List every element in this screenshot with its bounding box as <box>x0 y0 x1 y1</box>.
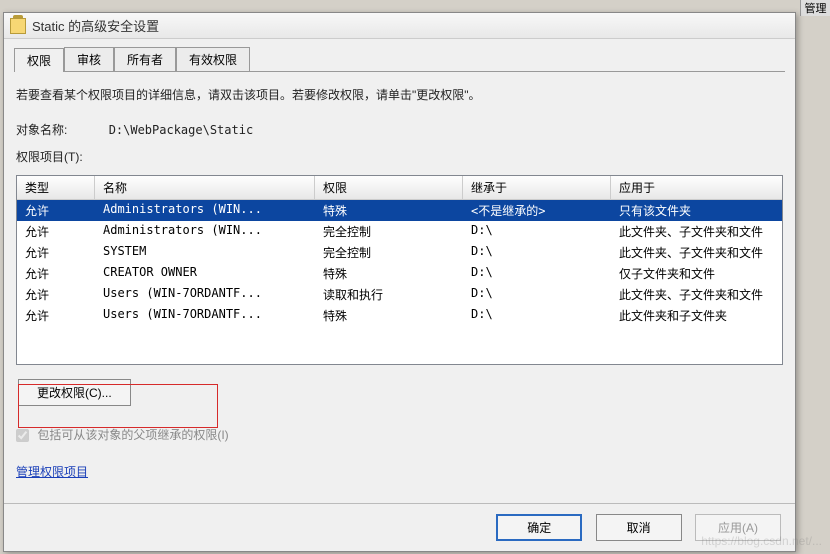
table-row[interactable]: 允许 Administrators (WIN... 特殊 <不是继承的> 只有该… <box>17 200 782 221</box>
col-name[interactable]: 名称 <box>95 176 315 199</box>
table-row[interactable]: 允许 Administrators (WIN... 完全控制 D:\ 此文件夹、… <box>17 221 782 242</box>
table-row[interactable]: 允许 Users (WIN-7ORDANTF... 特殊 D:\ 此文件夹和子文… <box>17 305 782 326</box>
permission-entries-label: 权限项目(T): <box>16 148 783 165</box>
tab-effective-perm[interactable]: 有效权限 <box>176 47 250 71</box>
folder-icon <box>10 18 26 34</box>
titlebar: Static 的高级安全设置 <box>4 13 795 39</box>
manage-permission-link[interactable]: 管理权限项目 <box>16 463 88 480</box>
include-inherited-row: 包括可从该对象的父项继承的权限(I) <box>16 426 783 443</box>
col-type[interactable]: 类型 <box>17 176 95 199</box>
include-inherited-checkbox <box>16 429 29 442</box>
table-row[interactable]: 允许 SYSTEM 完全控制 D:\ 此文件夹、子文件夹和文件 <box>17 242 782 263</box>
object-name-value: D:\WebPackage\Static <box>109 123 254 137</box>
ok-button[interactable]: 确定 <box>496 514 582 541</box>
table-row[interactable]: 允许 Users (WIN-7ORDANTF... 读取和执行 D:\ 此文件夹… <box>17 284 782 305</box>
col-inherit[interactable]: 继承于 <box>463 176 611 199</box>
object-name-row: 对象名称: D:\WebPackage\Static <box>16 121 783 138</box>
tab-strip: 权限 审核 所有者 有效权限 <box>14 47 785 72</box>
tab-auditing[interactable]: 审核 <box>64 47 114 71</box>
include-inherited-label: 包括可从该对象的父项继承的权限(I) <box>37 428 228 442</box>
window-title: Static 的高级安全设置 <box>32 16 159 35</box>
content-area: 权限 审核 所有者 有效权限 若要查看某个权限项目的详细信息，请双击该项目。若要… <box>4 39 795 494</box>
tab-permissions[interactable]: 权限 <box>14 48 64 72</box>
table-row[interactable]: 允许 CREATOR OWNER 特殊 D:\ 仅子文件夹和文件 <box>17 263 782 284</box>
dialog-button-bar: 确定 取消 应用(A) <box>4 503 795 541</box>
col-apply[interactable]: 应用于 <box>611 176 782 199</box>
apply-button[interactable]: 应用(A) <box>695 514 781 541</box>
advanced-security-window: Static 的高级安全设置 权限 审核 所有者 有效权限 若要查看某个权限项目… <box>3 12 796 552</box>
tab-owner[interactable]: 所有者 <box>114 47 176 71</box>
col-perm[interactable]: 权限 <box>315 176 463 199</box>
instruction-text: 若要查看某个权限项目的详细信息，请双击该项目。若要修改权限，请单击"更改权限"。 <box>16 86 783 103</box>
cancel-button[interactable]: 取消 <box>596 514 682 541</box>
object-name-label: 对象名称: <box>16 123 67 137</box>
permission-listview[interactable]: 类型 名称 权限 继承于 应用于 允许 Administrators (WIN.… <box>16 175 783 365</box>
change-permissions-button[interactable]: 更改权限(C)... <box>18 379 131 406</box>
listview-header: 类型 名称 权限 继承于 应用于 <box>17 176 782 200</box>
background-tab-fragment: 管理 <box>800 0 830 16</box>
